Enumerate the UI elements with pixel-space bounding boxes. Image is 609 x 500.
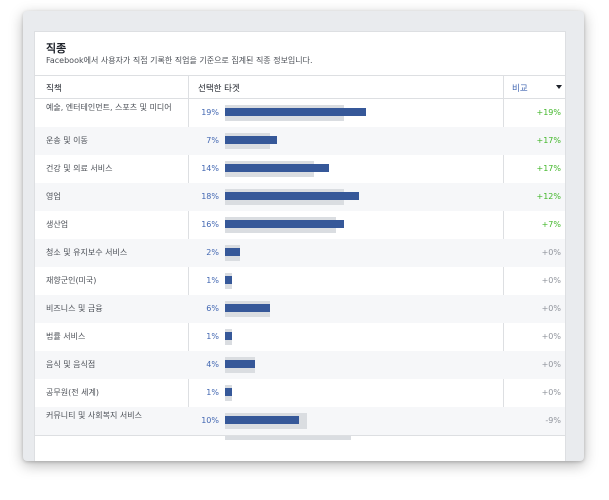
selected-audience-percent: 1% <box>206 276 219 285</box>
panel-footer <box>35 435 565 461</box>
selected-audience-percent: 6% <box>206 304 219 313</box>
table-row[interactable]: 청소 및 유지보수 서비스 2% +0% <box>35 239 565 267</box>
selected-audience-percent: 14% <box>201 164 219 173</box>
occupation-name: 운송 및 이동 <box>46 136 88 145</box>
occupation-name: 공무원(전 세계) <box>46 388 99 397</box>
table-row[interactable]: 공무원(전 세계) 1% +0% <box>35 379 565 407</box>
compare-difference: +0% <box>541 360 561 369</box>
selected-audience-percent: 7% <box>206 136 219 145</box>
selected-audience-percent: 16% <box>201 220 219 229</box>
column-header-selected-audience[interactable]: 선택한 타겟 <box>198 82 240 94</box>
table-row[interactable]: 생산업 16% +7% <box>35 211 565 239</box>
compare-difference: +0% <box>541 332 561 341</box>
column-header-occupation[interactable]: 직책 <box>46 82 62 94</box>
compare-difference: +17% <box>536 164 561 173</box>
occupation-name: 법률 서비스 <box>46 332 86 341</box>
selected-audience-bar <box>225 388 232 396</box>
table-row[interactable]: 비즈니스 및 금융 6% +0% <box>35 295 565 323</box>
occupation-name: 건강 및 의료 서비스 <box>46 164 113 173</box>
occupation-name: 생산업 <box>46 220 69 229</box>
selected-audience-percent: 10% <box>201 416 219 425</box>
compare-difference: +19% <box>536 108 561 117</box>
compare-difference: +7% <box>541 220 561 229</box>
job-title-panel: 직종 Facebook에서 사용자가 직접 기록한 직업을 기준으로 집계된 직… <box>34 31 566 461</box>
selected-audience-bar <box>225 248 240 256</box>
selected-audience-bar <box>225 332 232 340</box>
selected-audience-bar <box>225 136 277 144</box>
selected-audience-bar <box>225 192 359 200</box>
occupation-list: 예술, 엔터테인먼트, 스포츠 및 미디어 19% +19% 운송 및 이동 7% +17… <box>35 99 565 435</box>
compare-difference: +0% <box>541 276 561 285</box>
next-row-bar-peek <box>225 436 351 440</box>
occupation-name: 재향군인(미국) <box>46 276 97 285</box>
selected-audience-percent: 4% <box>206 360 219 369</box>
compare-difference: +12% <box>536 192 561 201</box>
occupation-name: 영업 <box>46 192 61 201</box>
compare-difference: +0% <box>541 248 561 257</box>
table-row[interactable]: 법률 서비스 1% +0% <box>35 323 565 351</box>
selected-audience-bar <box>225 108 366 116</box>
selected-audience-bar <box>225 164 329 172</box>
column-header-compare[interactable]: 비교 <box>512 82 528 94</box>
table-row[interactable]: 커뮤니티 및 사회복지 서비스 10% -9% <box>35 407 565 435</box>
compare-difference: -9% <box>545 416 561 425</box>
occupation-name: 커뮤니티 및 사회복지 서비스 <box>46 411 142 420</box>
selected-audience-bar <box>225 360 255 368</box>
selected-audience-bar <box>225 416 299 424</box>
table-row[interactable]: 건강 및 의료 서비스 14% +17% <box>35 155 565 183</box>
dialog-card: 직종 Facebook에서 사용자가 직접 기록한 직업을 기준으로 집계된 직… <box>23 11 584 461</box>
selected-audience-bar <box>225 304 270 312</box>
selected-audience-percent: 19% <box>201 108 219 117</box>
panel-title: 직종 <box>46 42 67 55</box>
selected-audience-bar <box>225 276 232 284</box>
selected-audience-bar <box>225 220 344 228</box>
table-row[interactable]: 재향군인(미국) 1% +0% <box>35 267 565 295</box>
selected-audience-percent: 18% <box>201 192 219 201</box>
panel-header: 직종 Facebook에서 사용자가 직접 기록한 직업을 기준으로 집계된 직… <box>35 32 565 76</box>
selected-audience-percent: 2% <box>206 248 219 257</box>
compare-difference: +0% <box>541 388 561 397</box>
occupation-name: 예술, 엔터테인먼트, 스포츠 및 미디어 <box>46 103 172 112</box>
column-header-row: 직책 선택한 타겟 비교 <box>35 76 565 99</box>
occupation-name: 음식 및 음식점 <box>46 360 96 369</box>
occupation-name: 비즈니스 및 금융 <box>46 304 103 313</box>
table-row[interactable]: 운송 및 이동 7% +17% <box>35 127 565 155</box>
panel-subtitle: Facebook에서 사용자가 직접 기록한 직업을 기준으로 집계된 직종 정… <box>46 56 313 65</box>
occupation-name: 청소 및 유지보수 서비스 <box>46 248 128 257</box>
table-row[interactable]: 음식 및 음식점 4% +0% <box>35 351 565 379</box>
compare-difference: +0% <box>541 304 561 313</box>
selected-audience-percent: 1% <box>206 388 219 397</box>
table-row[interactable]: 영업 18% +12% <box>35 183 565 211</box>
table-row[interactable]: 예술, 엔터테인먼트, 스포츠 및 미디어 19% +19% <box>35 99 565 127</box>
compare-difference: +17% <box>536 136 561 145</box>
chevron-down-icon[interactable] <box>556 85 562 89</box>
selected-audience-percent: 1% <box>206 332 219 341</box>
